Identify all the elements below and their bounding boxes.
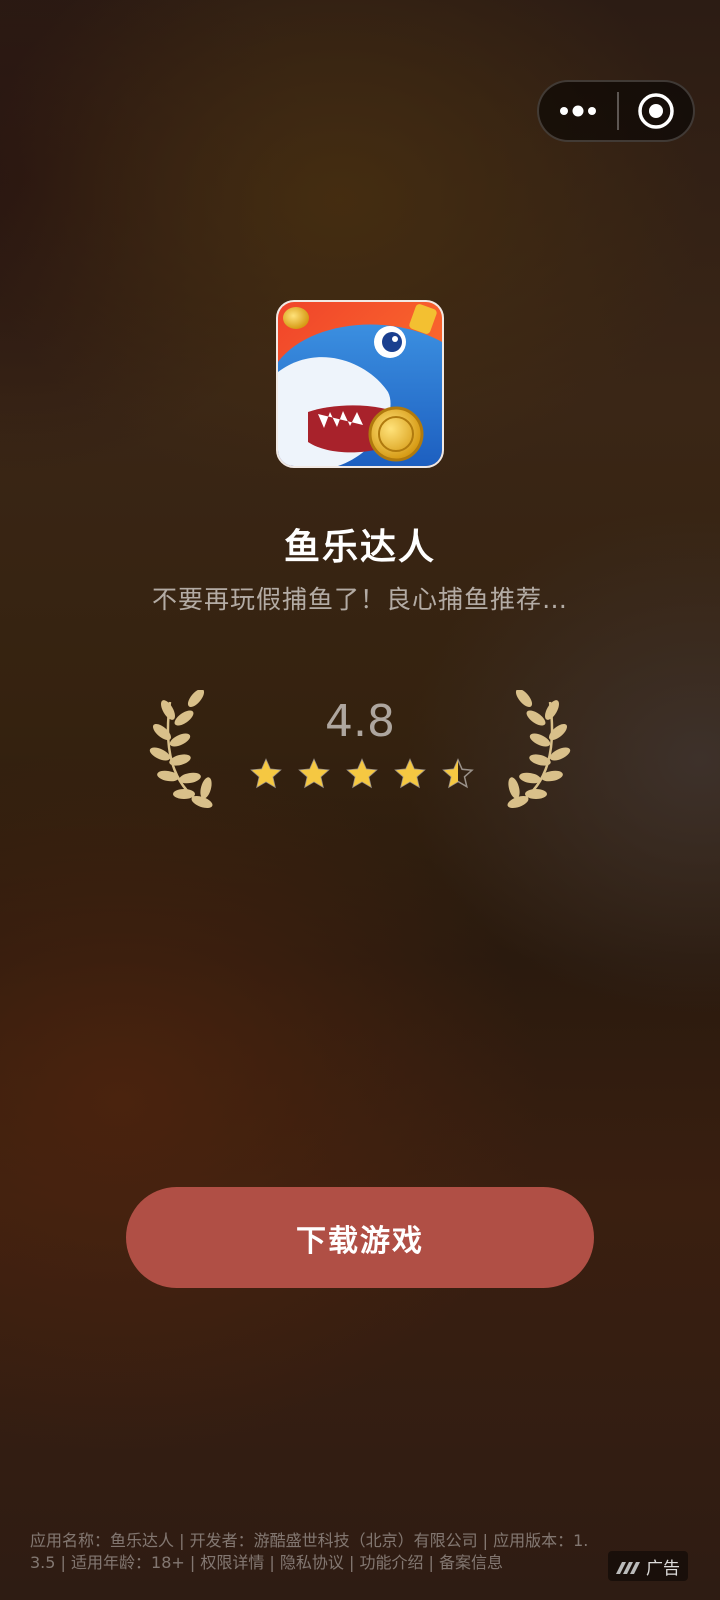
star-filled-icon (394, 758, 426, 789)
laurel-right-icon (500, 688, 572, 814)
more-button[interactable] (539, 82, 617, 140)
star-filled-icon (298, 758, 330, 789)
app-info-footer[interactable]: 应用名称：鱼乐达人 | 开发者：游酷盛世科技（北京）有限公司 | 应用版本：1.… (30, 1530, 590, 1574)
more-dots-icon (560, 105, 596, 117)
app-name: 鱼乐达人 (283, 527, 436, 568)
ad-logo-icon (616, 1562, 640, 1574)
shark-coin-app-icon (278, 302, 442, 466)
rating-stars (250, 758, 474, 794)
ad-badge-label: 广告 (646, 1558, 680, 1579)
rating-value: 4.8 (325, 696, 395, 747)
star-filled-icon (250, 758, 282, 789)
mini-program-capsule (537, 80, 695, 142)
star-half-icon (442, 758, 474, 789)
star-filled-icon (346, 758, 378, 789)
download-game-button[interactable]: 下载游戏 (126, 1187, 594, 1288)
ad-badge[interactable]: 广告 (608, 1551, 688, 1581)
laurel-left-icon (148, 688, 220, 814)
target-close-icon (638, 93, 674, 129)
app-icon (276, 300, 444, 468)
app-description: 不要再玩假捕鱼了！良心捕鱼推荐… (151, 585, 568, 614)
close-button[interactable] (619, 82, 693, 140)
